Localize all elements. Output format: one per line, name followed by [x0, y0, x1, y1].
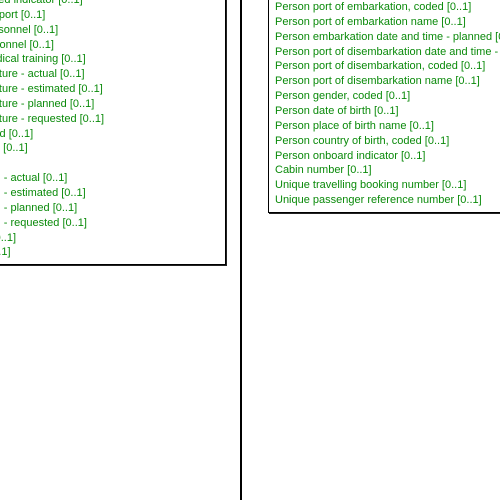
- attr-row: Number of medical personnel [0..1]: [0, 23, 219, 38]
- attr-row: Port of departure name [0..1]: [0, 141, 219, 156]
- attr-row: Port of departure, coded [0..1]: [0, 127, 219, 142]
- attr-row: Person port of disembarkation, coded [0.…: [275, 59, 500, 74]
- vertical-divider: [240, 0, 242, 500]
- entity-box-left: Dangerous goods carried indicator [0..1]…: [0, 0, 226, 265]
- attr-row: Person embarkation date and time - plann…: [275, 30, 500, 45]
- attr-row: Cabin number [0..1]: [275, 163, 500, 178]
- attr-row: Number of trained personnel [0..1]: [0, 38, 219, 53]
- attr-row: Person onboard indicator [0..1]: [275, 149, 500, 164]
- attr-row: Person place of birth name [0..1]: [275, 119, 500, 134]
- attr-row: Person port of disembarkation date and t…: [275, 45, 500, 60]
- attr-row: Port of arrival, coded [0..1]: [0, 231, 219, 246]
- attr-row: Date and time of departure - requested […: [0, 112, 219, 127]
- attr-row: ETA [0..1]: [0, 156, 219, 171]
- attr-row: Dangerous goods carried indicator [0..1]: [0, 0, 219, 8]
- attr-row: Person country of birth, coded [0..1]: [275, 134, 500, 149]
- attr-row: Port of arrival name [0..1]: [0, 245, 219, 260]
- entity-box-right: — hidden line 1 — — hidden line 2 — — hi…: [268, 0, 500, 213]
- attr-row: Date and time of departure - planned [0.…: [0, 97, 219, 112]
- attr-row: Date and time of arrival - estimated [0.…: [0, 186, 219, 201]
- attr-row: Caregivers without medical training [0..…: [0, 52, 219, 67]
- attr-row: Any other matters to report [0..1]: [0, 8, 219, 23]
- attr-row: Person date of birth [0..1]: [275, 104, 500, 119]
- attr-row: Date and time of arrival - actual [0..1]: [0, 171, 219, 186]
- attr-row: Date and time of arrival - requested [0.…: [0, 216, 219, 231]
- attr-row: Person port of embarkation, coded [0..1]: [275, 0, 500, 15]
- attr-row: Unique travelling booking number [0..1]: [275, 178, 500, 193]
- attr-row: Person port of embarkation name [0..1]: [275, 15, 500, 30]
- attr-row: Date and time of departure - actual [0..…: [0, 67, 219, 82]
- attr-row: Person gender, coded [0..1]: [275, 89, 500, 104]
- attr-row: Date and time of departure - estimated […: [0, 82, 219, 97]
- attr-row: Unique passenger reference number [0..1]: [275, 193, 500, 208]
- attr-row: Date and time of arrival - planned [0..1…: [0, 201, 219, 216]
- attr-row: Person port of disembarkation name [0..1…: [275, 74, 500, 89]
